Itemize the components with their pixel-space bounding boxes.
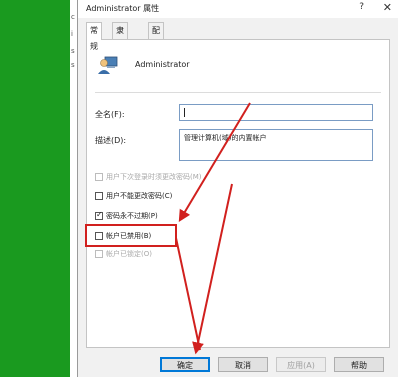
checkbox-label: 用户下次登录时须更改密码(M) (106, 173, 202, 181)
background-window-strip: c i s s (70, 0, 78, 377)
checkbox-box[interactable]: ✓ (95, 210, 103, 220)
general-panel: Administrator 全名(F): 描述(D): 管理计算机(域)的内置帐… (86, 39, 390, 348)
checkbox-account-locked[interactable]: 帐户已锁定(O) (95, 248, 152, 260)
tab-general[interactable]: 常规 (86, 22, 102, 51)
checkbox-label: 密码永不过期(P) (106, 212, 158, 220)
strip-char: s (71, 47, 75, 55)
window-title: Administrator 属性 (86, 4, 160, 13)
fullname-input[interactable] (179, 104, 373, 121)
strip-char: i (71, 30, 73, 38)
help-button[interactable]: 帮助 (334, 357, 384, 372)
tab-member-of[interactable]: 隶属于 (112, 22, 128, 67)
description-value: 管理计算机(域)的内置帐户 (184, 134, 267, 142)
checkbox-label: 帐户已锁定(O) (106, 250, 152, 258)
checkbox-cannot-change-password[interactable]: 用户不能更改密码(C) (95, 190, 172, 202)
background-green-area (0, 0, 70, 377)
checkbox-box[interactable] (95, 250, 103, 258)
help-icon[interactable]: ? (359, 2, 364, 12)
checkmark-icon: ✓ (96, 210, 103, 219)
title-bar: Administrator 属性 ? ✕ (78, 0, 398, 18)
strip-char: s (71, 61, 75, 69)
checkbox-box[interactable] (95, 173, 103, 181)
user-name: Administrator (135, 60, 190, 69)
annotation-highlight-box (85, 224, 177, 247)
checkbox-label: 用户不能更改密码(C) (106, 192, 173, 200)
tab-profile[interactable]: 配置文件 (148, 22, 164, 83)
close-icon[interactable]: ✕ (383, 1, 392, 14)
separator (95, 92, 381, 93)
fullname-label: 全名(F): (95, 110, 125, 119)
checkbox-password-never-expires[interactable]: ✓ 密码永不过期(P) (95, 210, 158, 222)
strip-char: c (71, 13, 75, 21)
checkbox-box[interactable] (95, 192, 103, 200)
checkbox-must-change-password[interactable]: 用户下次登录时须更改密码(M) (95, 171, 202, 183)
ok-button[interactable]: 确定 (160, 357, 210, 372)
user-icon (98, 56, 118, 74)
description-label: 描述(D): (95, 136, 127, 145)
cancel-button[interactable]: 取消 (218, 357, 268, 372)
properties-dialog: Administrator 属性 ? ✕ 常规 隶属于 配置文件 Adminis… (78, 0, 398, 377)
description-input[interactable]: 管理计算机(域)的内置帐户 (179, 129, 373, 161)
apply-button[interactable]: 应用(A) (276, 357, 326, 372)
text-caret (184, 108, 185, 117)
